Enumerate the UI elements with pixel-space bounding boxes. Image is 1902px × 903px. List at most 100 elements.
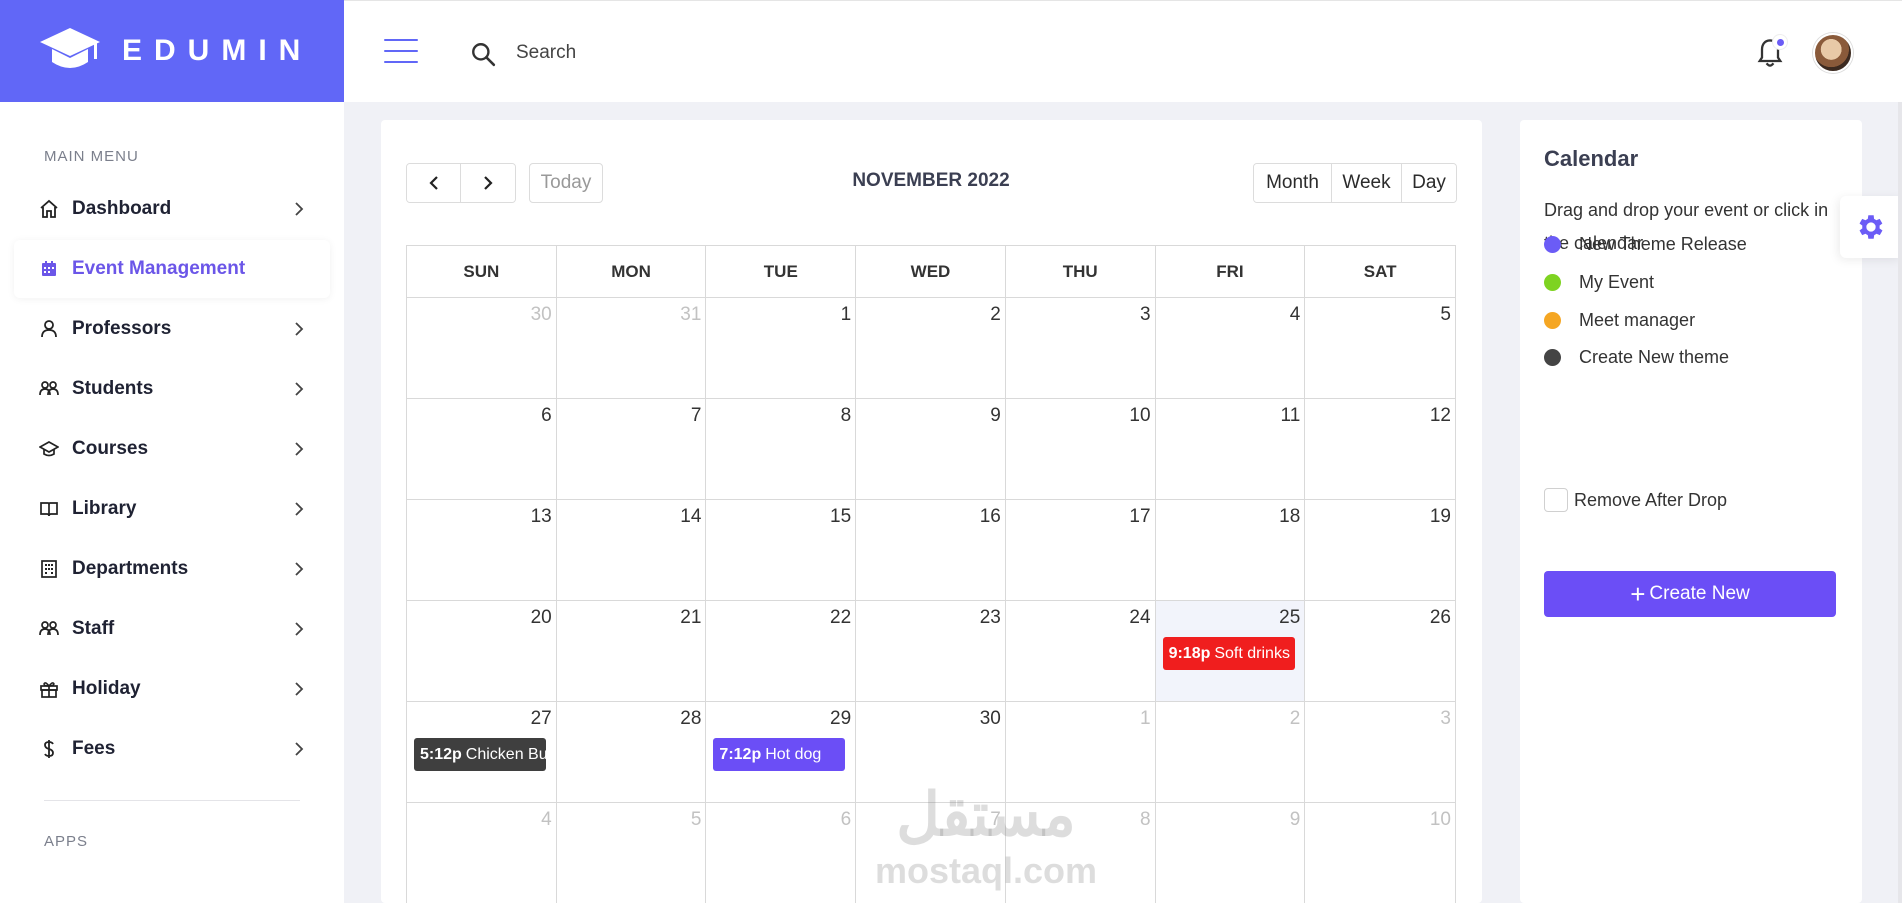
calendar-day-cell[interactable]: 5 — [1305, 298, 1455, 399]
day-number: 1 — [840, 304, 852, 325]
book-icon — [38, 498, 60, 520]
calendar-day-cell[interactable]: 1 — [706, 298, 857, 399]
apps-heading: APPS — [44, 833, 89, 850]
sidebar-item-library[interactable]: Library — [14, 480, 330, 538]
calendar-day-cell[interactable]: 15 — [706, 500, 857, 601]
day-number: 5 — [690, 809, 702, 830]
calendar-day-cell[interactable]: 5 — [557, 803, 707, 903]
event-time: 9:18p — [1168, 644, 1211, 662]
calendar-side-panel: Calendar Drag and drop your event or cli… — [1520, 120, 1862, 903]
calendar-day-cell[interactable]: 2 — [1155, 702, 1306, 803]
sidebar-item-students[interactable]: Students — [14, 360, 330, 418]
calendar-day-cell[interactable]: 18 — [1155, 500, 1306, 601]
sidebar-item-professors[interactable]: Professors — [14, 300, 330, 358]
calendar-day-cell[interactable]: 19 — [1305, 500, 1455, 601]
sidebar-item-dashboard[interactable]: Dashboard — [14, 180, 330, 238]
calendar-day-cell[interactable]: 25 9:18p Soft drinks — [1155, 601, 1306, 702]
calendar-day-cell[interactable]: 4 — [1155, 298, 1306, 399]
calendar-day-cell[interactable]: 23 — [856, 601, 1006, 702]
search-input[interactable] — [516, 35, 836, 71]
today-button[interactable]: Today — [529, 163, 603, 203]
calendar-day-cell[interactable]: 29 7:12p Hot dog — [706, 702, 857, 803]
nav-button-group — [406, 163, 516, 203]
calendar-day-cell[interactable]: 13 — [407, 500, 557, 601]
calendar-day-cell[interactable]: 31 — [556, 298, 707, 399]
day-number: 2 — [1289, 708, 1301, 729]
calendar-day-cell[interactable]: 26 — [1305, 601, 1455, 702]
sidebar-item-label: Professors — [72, 318, 172, 339]
calendar-day-cell[interactable]: 17 — [1005, 500, 1156, 601]
calendar-day-cell[interactable]: 3 — [1005, 298, 1156, 399]
page-scrollbar[interactable] — [1898, 102, 1902, 903]
month-view-button[interactable]: Month — [1254, 164, 1332, 202]
day-number: 24 — [1129, 607, 1151, 628]
calendar-event[interactable]: 7:12p Hot dog — [713, 738, 846, 771]
sidebar-item-staff[interactable]: Staff — [14, 600, 330, 658]
calendar-day-cell[interactable]: 4 — [407, 803, 557, 903]
calendar-day-cell[interactable]: 6 — [706, 803, 857, 903]
draggable-event-create-new-theme[interactable]: Create New theme — [1544, 347, 1729, 368]
legend-dot — [1544, 236, 1561, 253]
weekday-label: SAT — [1363, 261, 1397, 281]
sidebar-item-courses[interactable]: Courses — [14, 420, 330, 478]
day-view-button[interactable]: Day — [1402, 164, 1456, 202]
sidebar-item-holiday[interactable]: Holiday — [14, 660, 330, 718]
calendar-day-cell[interactable]: 14 — [556, 500, 707, 601]
event-time: 5:12p — [420, 745, 462, 763]
day-number: 8 — [1139, 809, 1151, 830]
calendar-day-cell[interactable]: 30 — [856, 702, 1006, 803]
settings-gear-button[interactable] — [1840, 196, 1902, 258]
calendar-day-cell[interactable]: 22 — [706, 601, 857, 702]
weekday-label: WED — [856, 246, 1006, 297]
calendar-day-cell[interactable]: 9 — [856, 399, 1006, 500]
create-new-button[interactable]: + Create New — [1544, 571, 1836, 617]
sidebar-item-departments[interactable]: Departments — [14, 540, 330, 598]
remove-after-drop-label: Remove After Drop — [1574, 489, 1728, 510]
calendar-day-cell[interactable]: 20 — [407, 601, 557, 702]
hamburger-menu-icon[interactable] — [384, 39, 418, 65]
remove-after-drop-checkbox[interactable] — [1544, 488, 1568, 512]
event-title: Soft drinks — [1214, 644, 1290, 662]
calendar-day-cell[interactable]: 28 — [556, 702, 707, 803]
calendar-day-cell[interactable]: 6 — [407, 399, 557, 500]
sidebar-item-fees[interactable]: Fees — [14, 720, 330, 778]
user-avatar[interactable] — [1813, 33, 1853, 73]
calendar-day-cell[interactable]: 3 — [1305, 702, 1455, 803]
week-view-button[interactable]: Week — [1332, 164, 1402, 202]
chevron-right-icon — [295, 682, 304, 696]
calendar-day-cell[interactable]: 16 — [856, 500, 1006, 601]
calendar-day-cell[interactable]: 30 — [407, 298, 557, 399]
next-month-button[interactable] — [461, 164, 515, 202]
chevron-right-icon — [295, 382, 304, 396]
calendar-event[interactable]: 5:12pChicken Burger — [414, 738, 546, 771]
day-number: 9 — [990, 405, 1001, 426]
calendar-day-cell[interactable]: 10 — [1305, 803, 1455, 903]
calendar-day-cell[interactable]: 11 — [1155, 399, 1306, 500]
calendar-day-cell[interactable]: 8 — [706, 399, 857, 500]
sidebar-item-label: Fees — [72, 738, 116, 759]
calendar-day-cell[interactable]: 10 — [1005, 399, 1156, 500]
sidebar-item-label: Event Management — [72, 258, 246, 279]
draggable-event-my-event[interactable]: My Event — [1544, 272, 1654, 293]
day-number: 3 — [1139, 304, 1151, 325]
calendar-day-cell[interactable]: 21 — [556, 601, 707, 702]
calendar-day-cell[interactable]: 12 — [1305, 399, 1455, 500]
calendar-event[interactable]: 9:18p Soft drinks — [1162, 637, 1295, 670]
calendar-day-cell[interactable]: 7 — [856, 803, 1006, 903]
building-icon — [38, 558, 60, 580]
calendar-day-cell[interactable]: 27 5:12pChicken Burger — [407, 702, 557, 803]
calendar-day-cell[interactable]: 2 — [856, 298, 1006, 399]
sidebar-item-event-management[interactable]: Event Management — [14, 240, 330, 298]
sidebar-divider — [44, 800, 300, 801]
calendar-day-cell[interactable]: 1 — [1005, 702, 1156, 803]
brand-name: EDUMIN — [122, 34, 313, 67]
brand-logo[interactable]: EDUMIN — [0, 0, 344, 102]
draggable-event-meet-manager[interactable]: Meet manager — [1544, 310, 1695, 331]
prev-month-button[interactable] — [407, 164, 461, 202]
draggable-event-new-theme-release[interactable]: New Theme Release — [1544, 234, 1747, 255]
calendar-day-cell[interactable]: 8 — [1006, 803, 1156, 903]
calendar-day-cell[interactable]: 24 — [1005, 601, 1156, 702]
calendar-day-cell[interactable]: 9 — [1156, 803, 1306, 903]
chevron-right-icon — [295, 322, 304, 336]
calendar-day-cell[interactable]: 7 — [556, 399, 707, 500]
